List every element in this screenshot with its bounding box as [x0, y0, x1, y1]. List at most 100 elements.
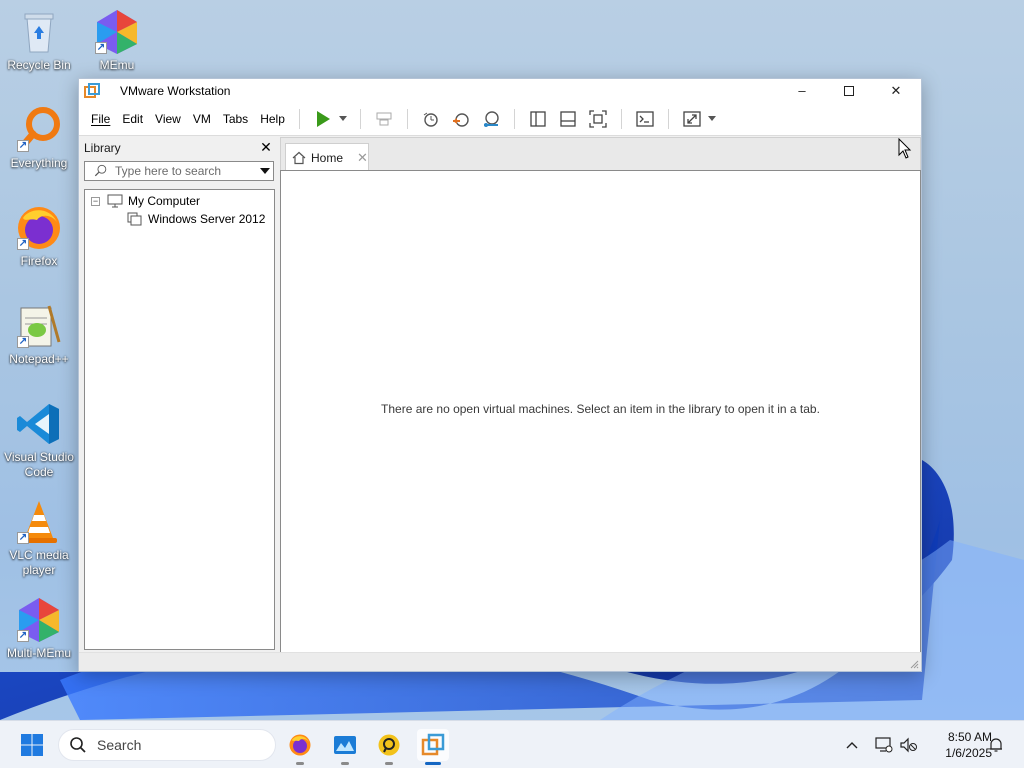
start-button[interactable]: [16, 729, 48, 761]
tab-close-icon[interactable]: ✕: [357, 150, 368, 166]
stretch-guest-button[interactable]: [680, 107, 704, 131]
taskbar-search[interactable]: Search: [58, 729, 276, 761]
library-header: Library ✕: [79, 137, 277, 159]
desktop-icon-vlc[interactable]: ↗ VLC media player: [1, 498, 77, 578]
desktop-icon-recycle-bin[interactable]: Recycle Bin: [1, 8, 77, 73]
toolbar-separator: [298, 108, 300, 129]
search-icon: [94, 164, 107, 177]
taskbar-search-label: Search: [97, 737, 142, 753]
network-icon: [875, 737, 893, 753]
maximize-button[interactable]: [826, 79, 872, 102]
menu-toolbar-bar: File Edit View VM Tabs Help: [79, 102, 921, 136]
menu-tabs[interactable]: Tabs: [217, 108, 254, 130]
memu-icon: ↗: [93, 8, 141, 56]
desktop-icon-firefox[interactable]: ↗ Firefox: [1, 204, 77, 269]
shortcut-arrow-icon: ↗: [17, 336, 29, 348]
computer-icon: [107, 194, 123, 208]
content-area: Home ✕ There are no open virtual machine…: [280, 137, 921, 654]
stretch-guest-icon: [683, 110, 701, 127]
menu-view[interactable]: View: [149, 108, 187, 130]
stretch-dropdown[interactable]: [707, 107, 717, 131]
chevron-down-icon: [707, 116, 716, 121]
desktop-icon-label: MEmu: [99, 58, 135, 72]
shortcut-arrow-icon: ↗: [17, 140, 29, 152]
active-indicator: [425, 762, 441, 765]
vm-icon: [127, 212, 142, 226]
menu-help[interactable]: Help: [254, 108, 291, 130]
toolbar-separator: [513, 108, 515, 129]
tree-item-label: Windows Server 2012: [148, 212, 266, 226]
shortcut-arrow-icon: ↗: [95, 42, 107, 54]
show-library-button[interactable]: [526, 107, 550, 131]
taskbar-app-memu[interactable]: [329, 729, 361, 765]
snapshot-icon: [423, 112, 438, 127]
library-search-input[interactable]: [115, 164, 255, 178]
library-tree: − My Computer Windows Server 2012: [84, 189, 275, 650]
desktop-icon-label: Recycle Bin: [7, 58, 71, 72]
thumbnail-bar-button[interactable]: [556, 107, 580, 131]
menu-file[interactable]: File: [85, 108, 116, 130]
desktop-icon-everything[interactable]: ↗ Everything: [1, 106, 77, 171]
close-button[interactable]: ✕: [873, 79, 919, 102]
home-pane: There are no open virtual machines. Sele…: [280, 170, 921, 654]
taskbar-app-firefox[interactable]: [284, 729, 316, 765]
full-screen-button[interactable]: [586, 107, 610, 131]
running-indicator: [296, 762, 304, 765]
window-title: VMware Workstation: [120, 83, 231, 98]
snapshot-manager-button[interactable]: [479, 107, 503, 131]
play-icon: [316, 110, 330, 127]
library-pane: Library ✕ − My Computer Windows Server 2…: [79, 137, 277, 651]
vmware-window: VMware Workstation – ✕ File Edit View VM…: [78, 78, 922, 672]
library-close-button[interactable]: ✕: [259, 140, 273, 154]
desktop-icon-label: VLC media player: [9, 548, 69, 577]
tree-item-my-computer[interactable]: − My Computer: [91, 192, 200, 210]
tree-item-label: My Computer: [128, 194, 201, 208]
vlc-icon: ↗: [15, 498, 63, 546]
power-on-button[interactable]: [311, 107, 335, 131]
console-view-icon: [636, 110, 654, 127]
status-bar: [79, 652, 921, 671]
vmware-taskbar-icon: [421, 733, 445, 756]
shortcut-arrow-icon: ↗: [17, 630, 29, 642]
menu-vm[interactable]: VM: [187, 108, 217, 130]
taskbar-app-remote[interactable]: [373, 729, 405, 765]
revert-snapshot-icon: [452, 112, 469, 127]
volume-button[interactable]: [899, 735, 919, 755]
search-dropdown-icon[interactable]: [260, 168, 270, 174]
desktop-icon-memu[interactable]: ↗ MEmu: [79, 8, 155, 73]
vmware-app-icon: [84, 82, 100, 98]
close-icon: ✕: [890, 82, 902, 98]
take-snapshot-button[interactable]: [419, 107, 443, 131]
show-library-icon: [530, 110, 546, 127]
network-status-button[interactable]: [874, 735, 894, 755]
clock-time: 8:50 AM: [947, 730, 992, 744]
toolbar-separator: [359, 108, 361, 129]
send-ctrl-alt-del-button[interactable]: [372, 107, 396, 131]
minimize-icon: –: [798, 83, 806, 98]
power-dropdown[interactable]: [338, 107, 348, 131]
notifications-button[interactable]: [986, 735, 1006, 755]
console-view-button[interactable]: [633, 107, 657, 131]
search-icon: [70, 737, 86, 753]
desktop-icon-label: Everything: [10, 156, 68, 170]
taskbar-app-vmware[interactable]: [417, 729, 449, 765]
send-ctrl-alt-del-icon: [376, 112, 392, 125]
taskbar-clock[interactable]: 8:50 AM 1/6/2025: [922, 729, 992, 761]
library-search[interactable]: [84, 161, 274, 181]
recycle-bin-icon: [15, 8, 63, 56]
desktop-icon-multi-memu[interactable]: ↗ Multi-MEmu: [1, 596, 77, 661]
tab-home[interactable]: Home ✕: [285, 143, 369, 171]
revert-snapshot-button[interactable]: [449, 107, 473, 131]
collapse-icon[interactable]: −: [91, 196, 100, 206]
tree-item-windows-server-2012[interactable]: Windows Server 2012: [127, 210, 265, 228]
clock-date: 1/6/2025: [945, 746, 992, 760]
desktop-icon-vscode[interactable]: Visual Studio Code: [1, 400, 77, 480]
shortcut-arrow-icon: ↗: [17, 238, 29, 250]
show-hidden-icons-button[interactable]: [842, 735, 862, 755]
minimize-button[interactable]: –: [779, 79, 825, 102]
desktop-icon-notepad-plus-plus[interactable]: ↗ Notepad++: [1, 302, 77, 367]
menu-edit[interactable]: Edit: [116, 108, 149, 130]
taskbar: Search 8:50 AM 1/6/2025: [0, 720, 1024, 768]
resize-grip-icon[interactable]: [909, 659, 919, 669]
title-bar[interactable]: VMware Workstation – ✕: [79, 79, 921, 102]
